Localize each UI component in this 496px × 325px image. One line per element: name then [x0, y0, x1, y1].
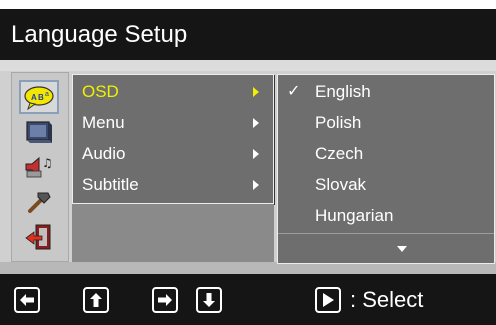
menu-item-label: Menu [82, 113, 125, 132]
option-label: English [315, 82, 371, 101]
option-label: Polish [315, 113, 362, 132]
check-icon: ✓ [287, 83, 301, 100]
exit-icon[interactable] [21, 222, 57, 252]
option-english[interactable]: ✓ English [278, 77, 494, 107]
option-hungarian[interactable]: Hungarian [278, 201, 494, 231]
option-polish[interactable]: Polish [278, 108, 494, 138]
title-bar: Language Setup [0, 9, 496, 60]
option-czech[interactable]: Czech [278, 139, 494, 169]
right-arrow-button[interactable] [152, 287, 178, 313]
arrow-down-icon [203, 293, 215, 307]
footer-bar: : Select [0, 274, 496, 325]
chevron-down-icon [397, 246, 407, 252]
select-hint-label: : Select [350, 287, 424, 312]
arrow-right-icon [158, 294, 172, 306]
language-category-menu: OSD Menu Audio Subtitle [72, 74, 274, 204]
svg-text:a: a [45, 91, 49, 98]
language-options-list: ✓ English Polish Czech Slovak Hungarian [277, 74, 495, 264]
audio-icon[interactable]: ♫ [21, 152, 57, 182]
up-arrow-button[interactable] [83, 287, 109, 313]
svg-text:A: A [31, 93, 37, 102]
chevron-right-icon [253, 118, 259, 128]
language-icon[interactable]: A B a [19, 80, 59, 114]
menu-item-menu[interactable]: Menu [73, 108, 273, 138]
menu-item-audio[interactable]: Audio [73, 139, 273, 169]
option-slovak[interactable]: Slovak [278, 170, 494, 200]
down-arrow-button[interactable] [196, 287, 222, 313]
tv-osd-screen: Language Setup A B a ♫ OSD Menu Audio Su… [0, 0, 496, 325]
menu-empty-area [72, 204, 274, 262]
chevron-right-icon [253, 87, 259, 97]
arrow-up-icon [90, 293, 102, 307]
panel-top-band [0, 60, 496, 71]
option-label: Czech [315, 144, 364, 163]
menu-item-osd[interactable]: OSD [73, 77, 273, 107]
display-icon[interactable] [21, 117, 57, 147]
play-icon [323, 293, 334, 307]
left-arrow-button[interactable] [14, 287, 40, 313]
menu-item-label: OSD [82, 82, 119, 101]
category-icon-column: A B a ♫ [11, 72, 69, 262]
menu-item-label: Subtitle [82, 175, 139, 194]
scroll-down-button[interactable] [278, 233, 494, 262]
svg-text:♫: ♫ [42, 156, 53, 170]
play-select-button[interactable] [315, 287, 341, 313]
chevron-right-icon [253, 149, 259, 159]
tools-icon[interactable] [21, 187, 57, 217]
menu-item-subtitle[interactable]: Subtitle [73, 170, 273, 200]
arrow-left-icon [20, 294, 34, 306]
option-label: Hungarian [315, 206, 394, 225]
option-label: Slovak [315, 175, 367, 194]
svg-text:B: B [38, 93, 44, 102]
chevron-right-icon [253, 180, 259, 190]
page-title: Language Setup [11, 21, 188, 48]
menu-item-label: Audio [82, 144, 126, 163]
